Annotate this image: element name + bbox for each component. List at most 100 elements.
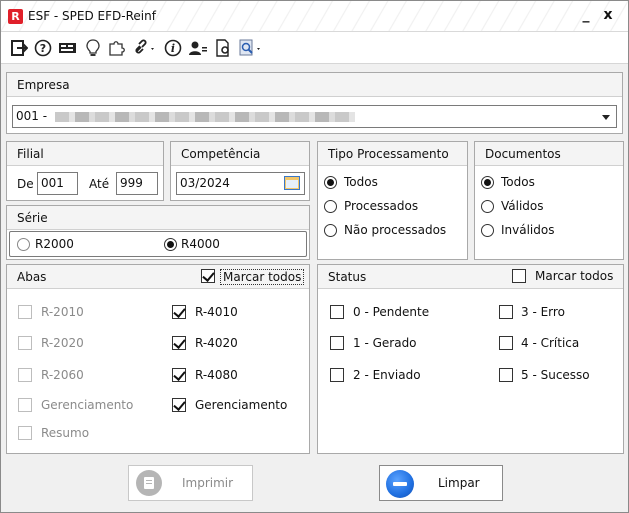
status-enviado-label: 2 - Enviado — [353, 368, 421, 382]
serie-r2000-label: R2000 — [35, 237, 74, 251]
minus-circle-icon — [386, 470, 414, 498]
svg-text:i: i — [171, 42, 175, 55]
serie-header: Série — [7, 206, 309, 230]
documentos-header: Documentos — [475, 142, 623, 166]
aba-r2060-label: R-2060 — [41, 368, 84, 382]
lightbulb-icon[interactable] — [85, 39, 101, 57]
aba-gerenciamento-right-label: Gerenciamento — [195, 398, 288, 412]
limpar-label: Limpar — [438, 476, 480, 490]
serie-group: Série R2000 R4000 — [6, 205, 310, 260]
aba-r2020-checkbox[interactable] — [18, 336, 32, 350]
status-marcar-todos-checkbox[interactable] — [512, 269, 526, 283]
status-critica-checkbox[interactable] — [499, 336, 513, 350]
competencia-value: 03/2024 — [180, 176, 230, 190]
aba-r2010-checkbox[interactable] — [18, 305, 32, 319]
empresa-value: 001 - — [16, 109, 48, 123]
aba-r4010-checkbox[interactable] — [172, 305, 186, 319]
aba-resumo-checkbox[interactable] — [18, 426, 32, 440]
tipo-todos-label: Todos — [344, 175, 378, 189]
aba-r4010-label: R-4010 — [195, 305, 238, 319]
empresa-select[interactable]: 001 - — [12, 105, 617, 128]
status-erro-label: 3 - Erro — [521, 305, 565, 319]
empresa-name-redacted — [55, 112, 355, 122]
filial-ate-input[interactable]: 999 — [116, 172, 158, 195]
aba-r2010-label: R-2010 — [41, 305, 84, 319]
doc-todos-radio[interactable] — [481, 176, 494, 189]
svg-text:?: ? — [40, 42, 46, 55]
tipo-todos-radio[interactable] — [324, 176, 337, 189]
status-group: Status Marcar todos 0 - Pendente 1 - Ger… — [317, 264, 624, 454]
competencia-group: Competência 03/2024 — [170, 141, 310, 201]
empresa-header: Empresa — [7, 73, 622, 97]
abas-group: Abas Marcar todos R-2010 R-2020 R-2060 G… — [6, 264, 310, 454]
serie-r4000-label: R4000 — [181, 237, 220, 251]
puzzle-icon[interactable] — [107, 39, 125, 57]
competencia-input[interactable]: 03/2024 — [176, 172, 305, 195]
aba-r2020-label: R-2020 — [41, 336, 84, 350]
competencia-header: Competência — [171, 142, 309, 166]
aba-gerenciamento-left-checkbox[interactable] — [18, 398, 32, 412]
status-marcar-todos-label[interactable]: Marcar todos — [535, 269, 613, 283]
help-icon[interactable]: ? — [34, 39, 52, 57]
status-sucesso-label: 5 - Sucesso — [521, 368, 590, 382]
user-icon[interactable] — [188, 39, 208, 57]
calendar-icon[interactable] — [284, 176, 300, 190]
aba-r2060-checkbox[interactable] — [18, 368, 32, 382]
aba-r4080-label: R-4080 — [195, 368, 238, 382]
document-settings-icon[interactable] — [214, 39, 232, 57]
doc-validos-label: Válidos — [501, 199, 544, 213]
doc-invalidos-radio[interactable] — [481, 224, 494, 237]
aba-r4080-checkbox[interactable] — [172, 368, 186, 382]
link-icon[interactable] — [132, 39, 158, 57]
status-pendente-label: 0 - Pendente — [353, 305, 430, 319]
filial-group: Filial De 001 Até 999 — [6, 141, 164, 201]
aba-gerenciamento-right-checkbox[interactable] — [172, 398, 186, 412]
status-pendente-checkbox[interactable] — [330, 305, 344, 319]
tipo-processados-radio[interactable] — [324, 200, 337, 213]
minimize-button[interactable]: _ — [578, 7, 594, 25]
status-critica-label: 4 - Crítica — [521, 336, 580, 350]
serie-r2000-radio[interactable] — [17, 238, 30, 251]
abas-marcar-todos-label[interactable]: Marcar todos — [220, 269, 305, 285]
toolbar: ? i — [1, 32, 628, 64]
filial-de-label: De — [17, 177, 34, 191]
limpar-button[interactable]: Limpar — [379, 465, 503, 501]
printer-icon — [136, 470, 162, 496]
aba-gerenciamento-left-label: Gerenciamento — [41, 398, 134, 412]
info-icon[interactable]: i — [164, 39, 182, 57]
app-window: R ESF - SPED EFD-Reinf _ x ? i Empresa 0… — [0, 0, 629, 513]
aba-r4020-label: R-4020 — [195, 336, 238, 350]
filial-header: Filial — [7, 142, 163, 166]
doc-invalidos-label: Inválidos — [501, 223, 555, 237]
tipo-nao-processados-radio[interactable] — [324, 224, 337, 237]
window-title: ESF - SPED EFD-Reinf — [28, 9, 156, 23]
tipo-processados-label: Processados — [344, 199, 419, 213]
abas-marcar-todos-checkbox[interactable] — [201, 269, 215, 283]
status-sucesso-checkbox[interactable] — [499, 368, 513, 382]
doc-todos-label: Todos — [501, 175, 535, 189]
tipo-processamento-header: Tipo Processamento — [318, 142, 467, 166]
tipo-nao-processados-label: Não processados — [344, 223, 447, 237]
serie-r4000-radio[interactable] — [164, 238, 177, 251]
imprimir-button[interactable]: Imprimir — [128, 465, 253, 501]
chevron-down-icon — [602, 115, 610, 120]
aba-resumo-label: Resumo — [41, 426, 90, 440]
close-button[interactable]: x — [600, 7, 616, 25]
exit-icon[interactable] — [10, 39, 28, 57]
aba-r4020-checkbox[interactable] — [172, 336, 186, 350]
doc-validos-radio[interactable] — [481, 200, 494, 213]
status-gerado-checkbox[interactable] — [330, 336, 344, 350]
documentos-group: Documentos Todos Válidos Inválidos — [474, 141, 624, 260]
filial-ate-label: Até — [89, 177, 110, 191]
status-gerado-label: 1 - Gerado — [353, 336, 417, 350]
empresa-group: Empresa 001 - — [6, 72, 623, 134]
status-enviado-checkbox[interactable] — [330, 368, 344, 382]
card-icon[interactable] — [58, 39, 78, 57]
imprimir-label: Imprimir — [182, 476, 234, 490]
title-bar: R ESF - SPED EFD-Reinf _ x — [1, 1, 628, 32]
tipo-processamento-group: Tipo Processamento Todos Processados Não… — [317, 141, 468, 260]
filial-de-input[interactable]: 001 — [37, 172, 78, 195]
status-erro-checkbox[interactable] — [499, 305, 513, 319]
app-logo-icon: R — [8, 9, 23, 24]
search-report-icon[interactable] — [238, 39, 264, 57]
